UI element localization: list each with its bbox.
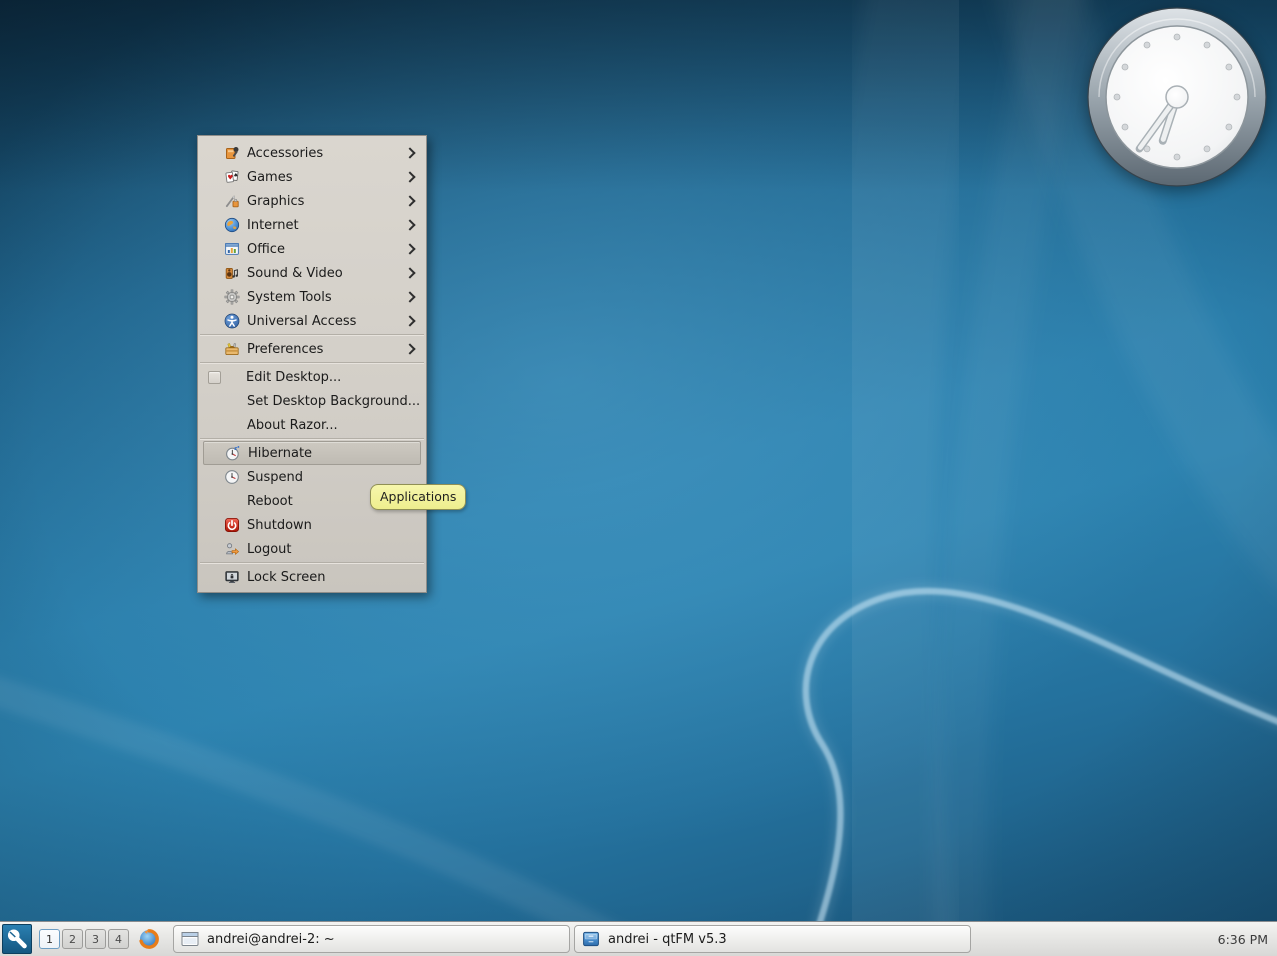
submenu-arrow-icon xyxy=(404,315,415,326)
menu-item-label: Graphics xyxy=(247,194,406,209)
submenu-arrow-icon xyxy=(404,243,415,254)
workspace-label: 3 xyxy=(92,933,99,946)
submenu-arrow-icon xyxy=(404,267,415,278)
menu-item-label: Games xyxy=(247,170,406,185)
tooltip-text: Applications xyxy=(380,489,456,504)
menu-item-label: Shutdown xyxy=(247,518,426,533)
menu-item-logout[interactable]: Logout xyxy=(198,537,426,561)
menu-item-label: Edit Desktop... xyxy=(246,370,426,385)
taskbar: 1 2 3 4 andrei@andrei-2: ~ andrei - qtFM… xyxy=(0,921,1277,956)
taskbar-window-terminal[interactable]: andrei@andrei-2: ~ xyxy=(173,925,570,953)
shutdown-icon xyxy=(224,517,240,533)
taskbar-window-qtfm[interactable]: andrei - qtFM v5.3 xyxy=(574,925,971,953)
menu-item-label: Set Desktop Background... xyxy=(247,394,426,409)
suspend-icon xyxy=(224,469,240,485)
menu-item-label: System Tools xyxy=(247,290,406,305)
menu-item-universal-access[interactable]: Universal Access xyxy=(198,309,426,333)
menu-item-label: Preferences xyxy=(247,342,406,357)
workspace-button-4[interactable]: 4 xyxy=(108,929,129,949)
terminal-icon xyxy=(181,930,199,948)
graphics-icon xyxy=(224,193,240,209)
applications-tooltip: Applications xyxy=(370,484,466,510)
menu-item-shutdown[interactable]: Shutdown xyxy=(198,513,426,537)
svg-text:z: z xyxy=(237,445,239,449)
workspace-label: 4 xyxy=(115,933,122,946)
menu-separator xyxy=(198,437,426,441)
menu-separator xyxy=(198,333,426,337)
firefox-launcher[interactable] xyxy=(137,927,161,951)
menu-item-sound-video[interactable]: Sound & Video xyxy=(198,261,426,285)
workspace-button-2[interactable]: 2 xyxy=(62,929,83,949)
menu-item-label: Logout xyxy=(247,542,426,557)
menu-item-system-tools[interactable]: System Tools xyxy=(198,285,426,309)
workspace-label: 2 xyxy=(69,933,76,946)
submenu-arrow-icon xyxy=(404,147,415,158)
submenu-arrow-icon xyxy=(404,291,415,302)
games-icon: ♠♥ xyxy=(224,169,240,185)
menu-item-label: Office xyxy=(247,242,406,257)
menu-item-label: Lock Screen xyxy=(247,570,426,585)
submenu-arrow-icon xyxy=(404,195,415,206)
workspace-label: 1 xyxy=(46,933,53,946)
menu-item-label: About Razor... xyxy=(247,418,426,433)
file-manager-icon xyxy=(582,930,600,948)
clock-hub xyxy=(1166,86,1188,108)
edit-desktop-checkbox[interactable] xyxy=(208,371,221,384)
menu-item-internet[interactable]: Internet xyxy=(198,213,426,237)
menu-item-games[interactable]: ♠♥ Games xyxy=(198,165,426,189)
taskbar-clock[interactable]: 6:36 PM xyxy=(1218,932,1268,947)
menu-separator xyxy=(198,361,426,365)
razor-menu-icon xyxy=(3,925,31,953)
firefox-icon xyxy=(138,928,160,950)
menu-item-hibernate[interactable]: zz Hibernate xyxy=(203,441,421,465)
workspace-button-3[interactable]: 3 xyxy=(85,929,106,949)
submenu-arrow-icon xyxy=(404,343,415,354)
menu-item-set-desktop-background[interactable]: Set Desktop Background... xyxy=(198,389,426,413)
menu-item-lock-screen[interactable]: Lock Screen xyxy=(198,565,426,589)
applications-menu: Accessories ♠♥ Games Graphics Internet O… xyxy=(197,135,427,593)
system-tools-icon xyxy=(224,289,240,305)
workspace-button-1[interactable]: 1 xyxy=(39,929,60,949)
accessories-icon xyxy=(224,145,240,161)
logout-icon xyxy=(224,541,240,557)
universal-access-icon xyxy=(224,313,240,329)
menu-item-accessories[interactable]: Accessories xyxy=(198,141,426,165)
submenu-arrow-icon xyxy=(404,219,415,230)
menu-item-preferences[interactable]: Preferences xyxy=(198,337,426,361)
preferences-icon xyxy=(224,341,240,357)
svg-text:♠: ♠ xyxy=(233,173,238,179)
menu-item-label: Accessories xyxy=(247,146,406,161)
internet-icon xyxy=(224,217,240,233)
menu-item-edit-desktop[interactable]: Edit Desktop... xyxy=(198,365,426,389)
lock-screen-icon xyxy=(224,569,240,585)
office-icon xyxy=(224,241,240,257)
window-list: andrei@andrei-2: ~ andrei - qtFM v5.3 xyxy=(173,925,971,953)
menu-item-label: Sound & Video xyxy=(247,266,406,281)
sound-video-icon xyxy=(224,265,240,281)
workspace-pager: 1 2 3 4 xyxy=(39,929,129,949)
wallpaper-curves xyxy=(0,0,1277,956)
hibernate-icon: zz xyxy=(225,445,241,461)
menu-item-label: Universal Access xyxy=(247,314,406,329)
menu-item-label: Suspend xyxy=(247,470,426,485)
svg-text:♥: ♥ xyxy=(227,174,233,182)
desktop-background xyxy=(0,0,1277,956)
analog-clock-widget xyxy=(1087,7,1267,187)
menu-item-office[interactable]: Office xyxy=(198,237,426,261)
menu-item-about-razor[interactable]: About Razor... xyxy=(198,413,426,437)
menu-separator xyxy=(198,561,426,565)
menu-item-label: Hibernate xyxy=(248,446,420,461)
menu-item-label: Internet xyxy=(247,218,406,233)
submenu-arrow-icon xyxy=(404,171,415,182)
main-menu-button[interactable] xyxy=(2,924,32,954)
menu-item-graphics[interactable]: Graphics xyxy=(198,189,426,213)
window-title: andrei@andrei-2: ~ xyxy=(207,932,335,947)
window-title: andrei - qtFM v5.3 xyxy=(608,932,727,947)
